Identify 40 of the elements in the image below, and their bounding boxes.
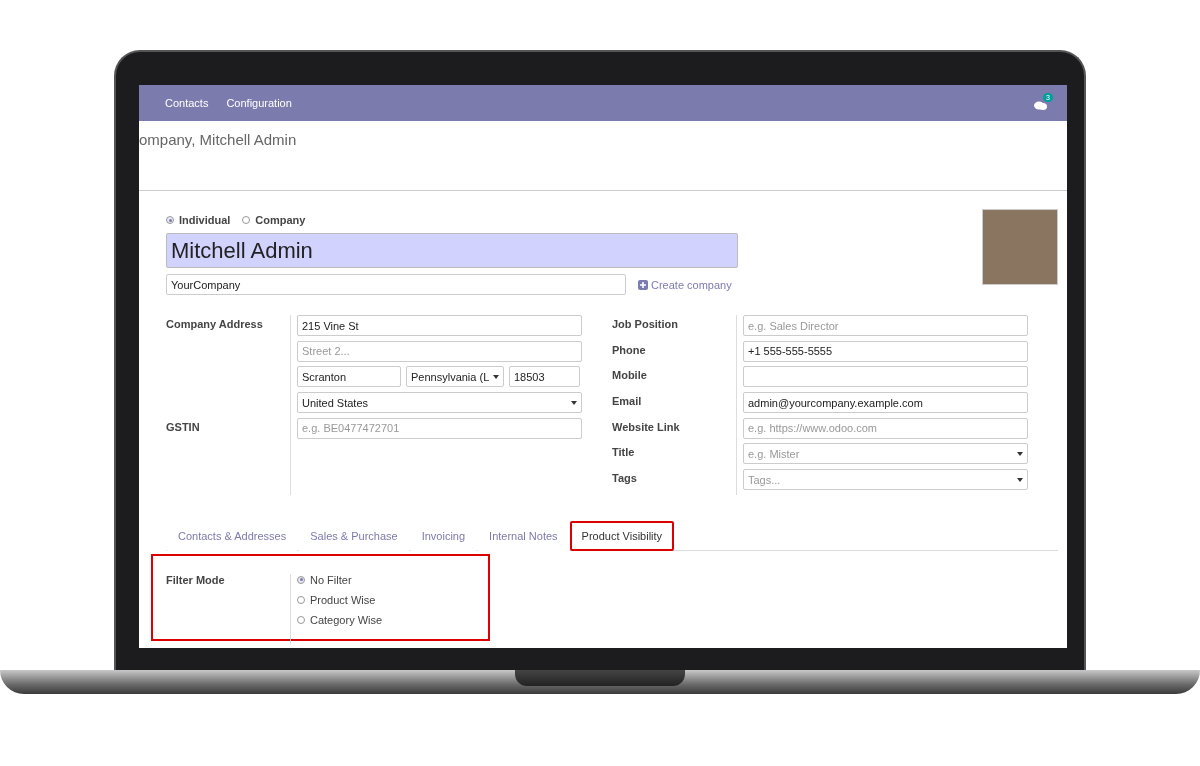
chat-icon [1034, 101, 1047, 111]
field-label: Email [612, 394, 643, 410]
field-label: GSTIN [166, 419, 201, 435]
tab[interactable]: Product Visibility [569, 520, 675, 551]
zip-field[interactable]: 18503 [509, 366, 580, 388]
field-label: Tags [612, 471, 638, 487]
radio-option[interactable]: Category Wise [297, 613, 383, 626]
input-field[interactable]: e.g. Sales Director [743, 315, 1028, 336]
caret-icon [1017, 477, 1023, 482]
gstin-field[interactable]: e.g. BE0477472701 [297, 417, 582, 439]
company-field[interactable]: YourCompany [166, 274, 626, 295]
radio-option[interactable]: Product Wise [297, 593, 383, 606]
input-field[interactable]: e.g. https://www.odoo.com [743, 417, 1028, 439]
input-field[interactable]: +1 555-555-5555 [743, 340, 1028, 362]
field-label: Mobile [612, 368, 648, 384]
field-label: Title [612, 445, 636, 461]
street-field[interactable]: 215 Vine St [297, 315, 582, 336]
field-label: Job Position [612, 317, 679, 332]
input-field[interactable]: admin@yourcompany.example.com [743, 392, 1028, 414]
state-select[interactable]: Pennsylvania (L [406, 366, 504, 388]
name-field[interactable]: Mitchell Admin [166, 233, 738, 268]
field-label: Phone [612, 342, 647, 358]
menu-item[interactable]: Contacts [165, 97, 209, 109]
street2-field[interactable]: Street 2... [297, 340, 582, 362]
radio-option[interactable]: No Filter [297, 573, 383, 586]
field-label: Filter Mode [166, 573, 226, 588]
field-label: Company Address [166, 317, 264, 332]
create-company-link[interactable]: Create company [638, 278, 732, 291]
breadcrumb-title: ompany, Mitchell Admin [139, 131, 297, 148]
radio-option[interactable]: Individual [166, 214, 231, 226]
input-field[interactable] [743, 366, 1028, 388]
menu-item[interactable]: Configuration [226, 97, 292, 109]
country-select[interactable]: United States [297, 392, 582, 414]
caret-icon [571, 400, 577, 405]
caret-icon [493, 374, 499, 379]
caret-icon [1017, 451, 1023, 456]
plus-square-icon [638, 279, 648, 290]
city-field[interactable]: Scranton [297, 366, 401, 388]
radio-option[interactable]: Company [242, 214, 306, 226]
field-label: Website Link [612, 419, 681, 435]
